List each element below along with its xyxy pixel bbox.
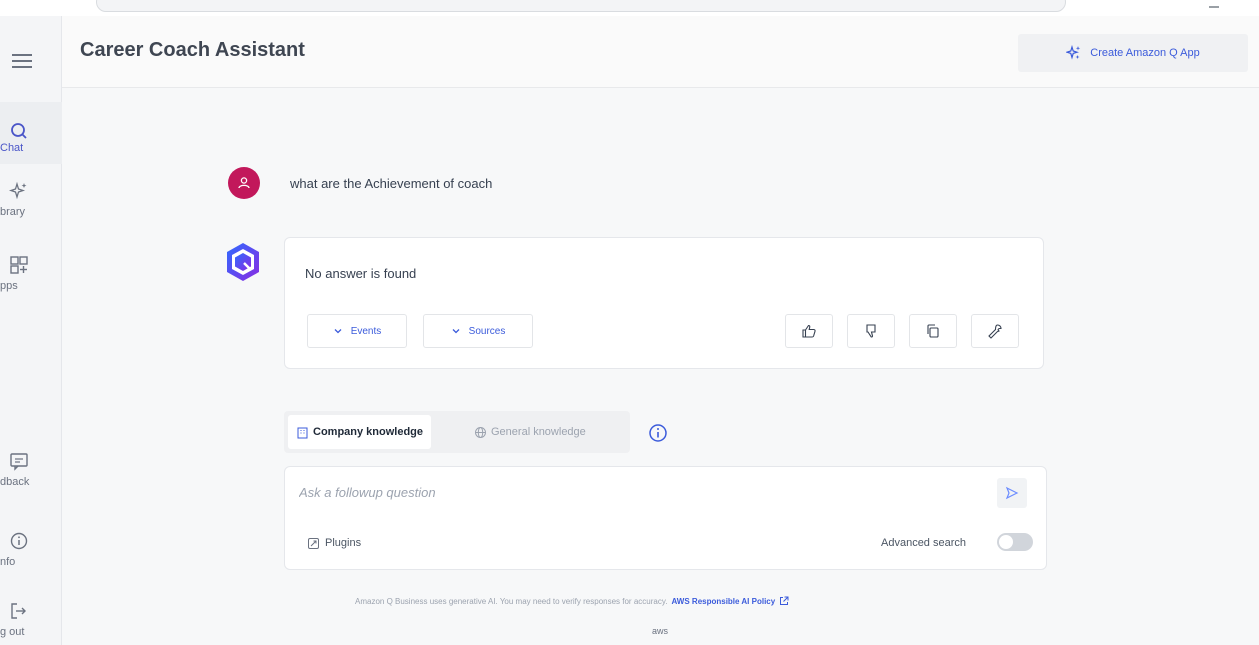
plugins-button[interactable]: Plugins (307, 533, 361, 553)
answer-card: No answer is found Events Sources (284, 237, 1044, 369)
sidebar-item-label: g out (0, 626, 25, 638)
sidebar-item-label: dback (0, 476, 30, 488)
thumbs-up-icon (802, 324, 816, 338)
disclaimer-text: Amazon Q Business uses generative AI. Yo… (355, 596, 668, 606)
sidebar-item-apps[interactable]: pps (0, 250, 62, 300)
copy-icon (927, 324, 939, 338)
ai-disclaimer: Amazon Q Business uses generative AI. Yo… (355, 596, 1055, 606)
info-icon (10, 532, 28, 550)
aws-logo: aws (652, 626, 669, 636)
wrench-icon (988, 324, 1002, 339)
thumbs-down-icon (866, 324, 876, 338)
sidebar-item-info[interactable]: nfo (0, 526, 62, 576)
apps-grid-icon (10, 256, 28, 274)
followup-question-input[interactable] (299, 481, 959, 503)
plugins-label: Plugins (325, 537, 362, 549)
building-icon (297, 427, 308, 438)
copy-button[interactable] (909, 314, 957, 348)
user-message: what are the Achievement of coach (290, 176, 493, 191)
knowledge-source-toggle: Company knowledge General knowledge (284, 411, 630, 453)
thumbs-down-button[interactable] (847, 314, 895, 348)
chevron-down-icon (334, 329, 342, 334)
user-avatar (228, 167, 260, 199)
chevron-down-icon (452, 329, 460, 334)
advanced-search-label: Advanced search (881, 537, 966, 549)
sidebar-item-label: nfo (0, 556, 16, 568)
sparkle-icon (1066, 45, 1081, 60)
bot-answer: No answer is found (305, 266, 417, 281)
browser-top-strip (0, 0, 1259, 16)
debug-tool-button[interactable] (971, 314, 1019, 348)
advanced-search-toggle[interactable] (997, 533, 1033, 551)
sidebar-item-library[interactable]: brary (0, 176, 62, 226)
amazon-q-logo-icon (227, 243, 259, 281)
send-button[interactable] (997, 478, 1027, 508)
create-amazon-q-app-button[interactable]: Create Amazon Q App (1018, 34, 1248, 72)
thumbs-up-button[interactable] (785, 314, 833, 348)
events-label: Events (350, 325, 382, 337)
menu-icon[interactable] (12, 54, 32, 72)
sidebar: Chat brary pps dback nfo g out (0, 16, 62, 645)
sidebar-item-chat[interactable]: Chat (0, 102, 62, 164)
general-knowledge-label: General knowledge (491, 426, 586, 438)
company-knowledge-option[interactable]: Company knowledge (288, 415, 432, 449)
app-header: Career Coach Assistant Create Amazon Q A… (62, 16, 1259, 88)
events-dropdown-button[interactable]: Events (307, 314, 407, 348)
create-app-label: Create Amazon Q App (1090, 47, 1200, 59)
sources-label: Sources (468, 325, 506, 337)
sidebar-item-logout[interactable]: g out (0, 596, 62, 644)
chat-search-icon (11, 123, 27, 139)
external-link-icon (780, 596, 789, 605)
sparkle-icon (8, 181, 27, 200)
followup-input-card: Plugins Advanced search (284, 466, 1047, 570)
user-icon (238, 177, 250, 189)
info-icon[interactable] (648, 423, 668, 443)
sidebar-item-feedback[interactable]: dback (0, 446, 62, 496)
sidebar-item-label: brary (0, 206, 26, 218)
toggle-knob (999, 535, 1013, 549)
general-knowledge-option[interactable]: General knowledge (466, 415, 594, 449)
minimize-icon[interactable] (1209, 6, 1219, 8)
page-title: Career Coach Assistant (80, 39, 305, 61)
feedback-icon (10, 453, 28, 471)
sidebar-item-label: Chat (0, 142, 24, 154)
logout-icon (11, 603, 26, 619)
address-bar[interactable] (96, 0, 1066, 12)
sidebar-item-label: pps (0, 280, 18, 292)
plugin-icon (308, 537, 319, 549)
sources-dropdown-button[interactable]: Sources (423, 314, 533, 348)
responsible-ai-policy-link[interactable]: AWS Responsible AI Policy (671, 597, 775, 606)
company-knowledge-label: Company knowledge (313, 426, 424, 438)
globe-icon (475, 426, 486, 438)
send-icon (1005, 486, 1019, 500)
